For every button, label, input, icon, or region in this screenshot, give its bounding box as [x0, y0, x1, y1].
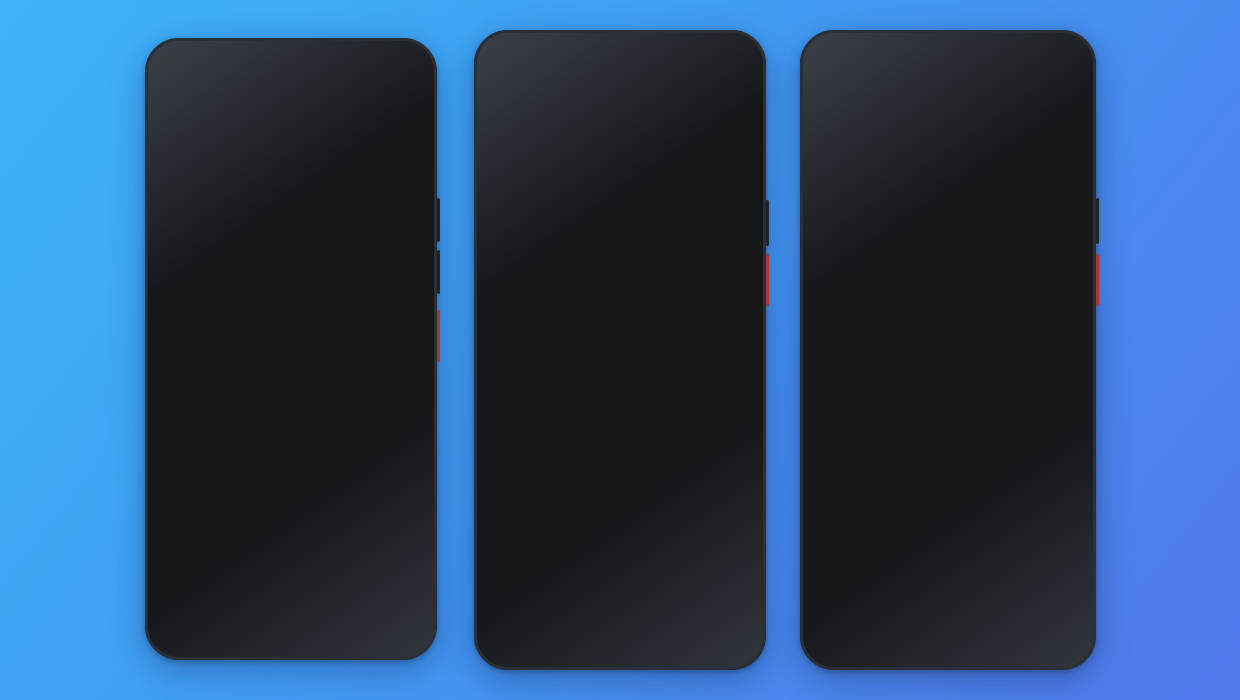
phone-left-bezel — [145, 38, 437, 660]
volume-up-button-3[interactable] — [1096, 198, 1099, 244]
phone-center: ⚙ 15:27 · Friday,13/December/2019 ◁ ▼ 48… — [474, 30, 769, 670]
phone-right: 21 21 SUN 1st ◉ ♪ 13:48 — [800, 30, 1099, 670]
phone-left: Jio 4G | Idea ▤ 21 ⚡ 0909 ♪ — [145, 38, 440, 660]
phone-center-bezel — [474, 30, 766, 670]
volume-up-button[interactable] — [437, 198, 440, 242]
power-button-2[interactable] — [766, 254, 769, 306]
volume-up-button-2[interactable] — [766, 200, 769, 246]
power-button[interactable] — [437, 310, 440, 362]
volume-down-button[interactable] — [437, 250, 440, 294]
power-button-3[interactable] — [1096, 254, 1099, 306]
phone-right-bezel — [800, 30, 1096, 670]
